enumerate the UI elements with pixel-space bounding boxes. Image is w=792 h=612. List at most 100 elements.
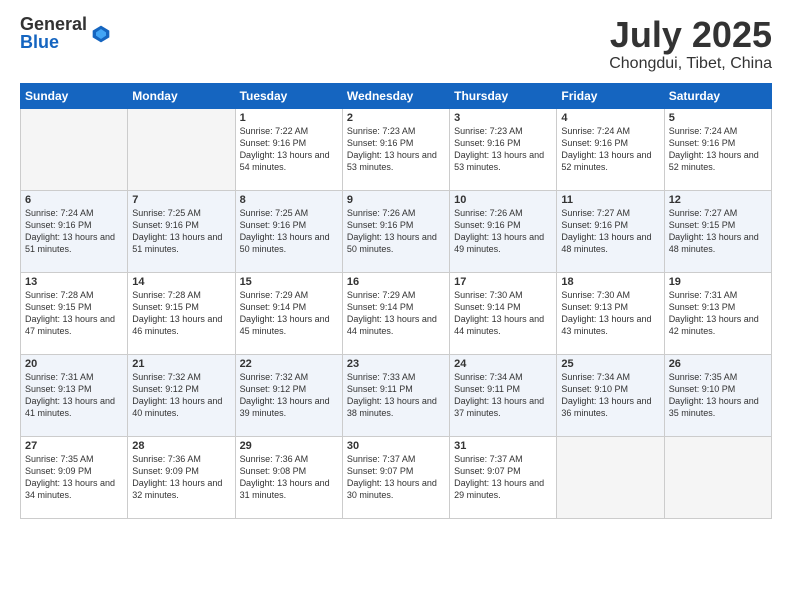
calendar-cell: 3Sunrise: 7:23 AM Sunset: 9:16 PM Daylig…: [450, 108, 557, 190]
calendar-cell: 7Sunrise: 7:25 AM Sunset: 9:16 PM Daylig…: [128, 190, 235, 272]
calendar-cell: [21, 108, 128, 190]
calendar-cell: [664, 436, 771, 518]
calendar-cell: 24Sunrise: 7:34 AM Sunset: 9:11 PM Dayli…: [450, 354, 557, 436]
day-info: Sunrise: 7:37 AM Sunset: 9:07 PM Dayligh…: [454, 453, 552, 502]
day-info: Sunrise: 7:28 AM Sunset: 9:15 PM Dayligh…: [25, 289, 123, 338]
day-info: Sunrise: 7:33 AM Sunset: 9:11 PM Dayligh…: [347, 371, 445, 420]
logo-text: General Blue: [20, 15, 87, 51]
day-number: 29: [240, 440, 338, 452]
logo-general: General: [20, 15, 87, 33]
calendar: SundayMondayTuesdayWednesdayThursdayFrid…: [20, 83, 772, 519]
day-info: Sunrise: 7:30 AM Sunset: 9:14 PM Dayligh…: [454, 289, 552, 338]
day-number: 23: [347, 358, 445, 370]
calendar-cell: 18Sunrise: 7:30 AM Sunset: 9:13 PM Dayli…: [557, 272, 664, 354]
day-number: 11: [561, 194, 659, 206]
day-info: Sunrise: 7:24 AM Sunset: 9:16 PM Dayligh…: [561, 125, 659, 174]
calendar-cell: 6Sunrise: 7:24 AM Sunset: 9:16 PM Daylig…: [21, 190, 128, 272]
calendar-cell: 27Sunrise: 7:35 AM Sunset: 9:09 PM Dayli…: [21, 436, 128, 518]
day-number: 25: [561, 358, 659, 370]
day-number: 24: [454, 358, 552, 370]
day-info: Sunrise: 7:31 AM Sunset: 9:13 PM Dayligh…: [25, 371, 123, 420]
calendar-cell: 22Sunrise: 7:32 AM Sunset: 9:12 PM Dayli…: [235, 354, 342, 436]
day-number: 1: [240, 112, 338, 124]
day-number: 15: [240, 276, 338, 288]
calendar-cell: 15Sunrise: 7:29 AM Sunset: 9:14 PM Dayli…: [235, 272, 342, 354]
day-info: Sunrise: 7:23 AM Sunset: 9:16 PM Dayligh…: [347, 125, 445, 174]
logo-icon: [91, 24, 111, 44]
calendar-cell: 31Sunrise: 7:37 AM Sunset: 9:07 PM Dayli…: [450, 436, 557, 518]
day-number: 7: [132, 194, 230, 206]
day-info: Sunrise: 7:28 AM Sunset: 9:15 PM Dayligh…: [132, 289, 230, 338]
day-number: 10: [454, 194, 552, 206]
logo-blue: Blue: [20, 33, 87, 51]
calendar-cell: 20Sunrise: 7:31 AM Sunset: 9:13 PM Dayli…: [21, 354, 128, 436]
calendar-cell: 21Sunrise: 7:32 AM Sunset: 9:12 PM Dayli…: [128, 354, 235, 436]
day-number: 13: [25, 276, 123, 288]
day-info: Sunrise: 7:34 AM Sunset: 9:10 PM Dayligh…: [561, 371, 659, 420]
calendar-cell: 16Sunrise: 7:29 AM Sunset: 9:14 PM Dayli…: [342, 272, 449, 354]
day-info: Sunrise: 7:22 AM Sunset: 9:16 PM Dayligh…: [240, 125, 338, 174]
day-number: 17: [454, 276, 552, 288]
day-info: Sunrise: 7:35 AM Sunset: 9:09 PM Dayligh…: [25, 453, 123, 502]
day-info: Sunrise: 7:29 AM Sunset: 9:14 PM Dayligh…: [347, 289, 445, 338]
calendar-header-row: SundayMondayTuesdayWednesdayThursdayFrid…: [21, 83, 772, 108]
calendar-week-row: 6Sunrise: 7:24 AM Sunset: 9:16 PM Daylig…: [21, 190, 772, 272]
day-number: 4: [561, 112, 659, 124]
title-section: July 2025 Chongdui, Tibet, China: [609, 15, 772, 73]
day-number: 8: [240, 194, 338, 206]
calendar-day-header: Thursday: [450, 83, 557, 108]
calendar-cell: 2Sunrise: 7:23 AM Sunset: 9:16 PM Daylig…: [342, 108, 449, 190]
calendar-cell: [557, 436, 664, 518]
day-info: Sunrise: 7:27 AM Sunset: 9:16 PM Dayligh…: [561, 207, 659, 256]
day-number: 22: [240, 358, 338, 370]
day-info: Sunrise: 7:36 AM Sunset: 9:09 PM Dayligh…: [132, 453, 230, 502]
day-info: Sunrise: 7:35 AM Sunset: 9:10 PM Dayligh…: [669, 371, 767, 420]
main-title: July 2025: [609, 15, 772, 55]
calendar-cell: 17Sunrise: 7:30 AM Sunset: 9:14 PM Dayli…: [450, 272, 557, 354]
day-info: Sunrise: 7:30 AM Sunset: 9:13 PM Dayligh…: [561, 289, 659, 338]
calendar-cell: 28Sunrise: 7:36 AM Sunset: 9:09 PM Dayli…: [128, 436, 235, 518]
day-info: Sunrise: 7:29 AM Sunset: 9:14 PM Dayligh…: [240, 289, 338, 338]
calendar-cell: 9Sunrise: 7:26 AM Sunset: 9:16 PM Daylig…: [342, 190, 449, 272]
calendar-cell: 14Sunrise: 7:28 AM Sunset: 9:15 PM Dayli…: [128, 272, 235, 354]
day-info: Sunrise: 7:27 AM Sunset: 9:15 PM Dayligh…: [669, 207, 767, 256]
day-info: Sunrise: 7:32 AM Sunset: 9:12 PM Dayligh…: [132, 371, 230, 420]
day-number: 31: [454, 440, 552, 452]
day-number: 18: [561, 276, 659, 288]
day-info: Sunrise: 7:23 AM Sunset: 9:16 PM Dayligh…: [454, 125, 552, 174]
calendar-cell: 4Sunrise: 7:24 AM Sunset: 9:16 PM Daylig…: [557, 108, 664, 190]
calendar-cell: 1Sunrise: 7:22 AM Sunset: 9:16 PM Daylig…: [235, 108, 342, 190]
calendar-day-header: Wednesday: [342, 83, 449, 108]
day-number: 14: [132, 276, 230, 288]
calendar-cell: 11Sunrise: 7:27 AM Sunset: 9:16 PM Dayli…: [557, 190, 664, 272]
calendar-day-header: Monday: [128, 83, 235, 108]
day-info: Sunrise: 7:37 AM Sunset: 9:07 PM Dayligh…: [347, 453, 445, 502]
calendar-cell: 5Sunrise: 7:24 AM Sunset: 9:16 PM Daylig…: [664, 108, 771, 190]
day-number: 19: [669, 276, 767, 288]
day-info: Sunrise: 7:25 AM Sunset: 9:16 PM Dayligh…: [132, 207, 230, 256]
day-number: 9: [347, 194, 445, 206]
day-info: Sunrise: 7:34 AM Sunset: 9:11 PM Dayligh…: [454, 371, 552, 420]
calendar-day-header: Saturday: [664, 83, 771, 108]
day-info: Sunrise: 7:32 AM Sunset: 9:12 PM Dayligh…: [240, 371, 338, 420]
day-number: 3: [454, 112, 552, 124]
day-number: 27: [25, 440, 123, 452]
page: General Blue July 2025 Chongdui, Tibet, …: [0, 0, 792, 612]
calendar-week-row: 20Sunrise: 7:31 AM Sunset: 9:13 PM Dayli…: [21, 354, 772, 436]
day-info: Sunrise: 7:25 AM Sunset: 9:16 PM Dayligh…: [240, 207, 338, 256]
calendar-cell: 23Sunrise: 7:33 AM Sunset: 9:11 PM Dayli…: [342, 354, 449, 436]
logo: General Blue: [20, 15, 111, 51]
calendar-cell: 25Sunrise: 7:34 AM Sunset: 9:10 PM Dayli…: [557, 354, 664, 436]
calendar-day-header: Sunday: [21, 83, 128, 108]
calendar-cell: 30Sunrise: 7:37 AM Sunset: 9:07 PM Dayli…: [342, 436, 449, 518]
day-number: 2: [347, 112, 445, 124]
day-number: 6: [25, 194, 123, 206]
day-info: Sunrise: 7:26 AM Sunset: 9:16 PM Dayligh…: [454, 207, 552, 256]
day-number: 28: [132, 440, 230, 452]
calendar-cell: 29Sunrise: 7:36 AM Sunset: 9:08 PM Dayli…: [235, 436, 342, 518]
day-info: Sunrise: 7:36 AM Sunset: 9:08 PM Dayligh…: [240, 453, 338, 502]
calendar-week-row: 27Sunrise: 7:35 AM Sunset: 9:09 PM Dayli…: [21, 436, 772, 518]
header: General Blue July 2025 Chongdui, Tibet, …: [20, 15, 772, 73]
calendar-cell: 10Sunrise: 7:26 AM Sunset: 9:16 PM Dayli…: [450, 190, 557, 272]
day-info: Sunrise: 7:24 AM Sunset: 9:16 PM Dayligh…: [25, 207, 123, 256]
